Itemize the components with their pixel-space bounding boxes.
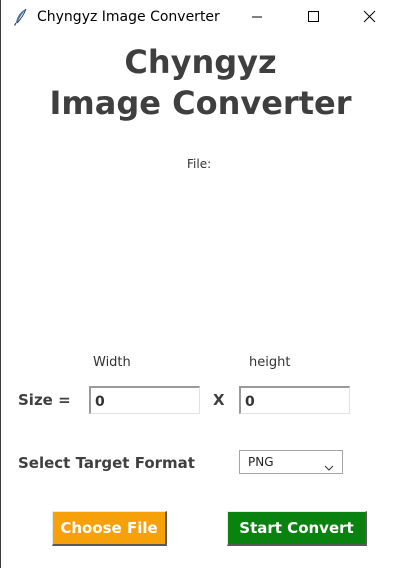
start-convert-button[interactable]: Start Convert	[227, 511, 367, 546]
size-label: Size =	[18, 391, 71, 409]
x-separator: X	[213, 391, 225, 409]
window-title: Chyngyz Image Converter	[37, 9, 220, 25]
maximize-button[interactable]	[290, 0, 336, 34]
target-format-value: PNG	[248, 455, 274, 469]
target-format-select[interactable]: PNG	[239, 450, 343, 474]
minimize-button[interactable]	[234, 0, 280, 34]
close-icon	[363, 10, 376, 23]
choose-file-button[interactable]: Choose File	[52, 511, 167, 546]
file-label: File:	[187, 157, 212, 171]
minimize-icon	[252, 16, 262, 18]
page-title-line-2: Image Converter	[49, 84, 352, 122]
height-label: height	[249, 355, 291, 370]
width-input[interactable]	[89, 386, 200, 414]
width-label: Width	[93, 355, 131, 370]
chevron-down-icon	[324, 459, 334, 471]
title-bar[interactable]: Chyngyz Image Converter	[1, 0, 400, 34]
page-title-line-1: Chyngyz	[124, 43, 277, 81]
height-input[interactable]	[239, 386, 350, 414]
app-window: Chyngyz Image Converter Chyngyz Image Co…	[0, 0, 400, 568]
maximize-icon	[308, 11, 319, 22]
target-format-label: Select Target Format	[18, 454, 195, 472]
close-button[interactable]	[346, 0, 392, 34]
feather-icon	[13, 8, 29, 26]
